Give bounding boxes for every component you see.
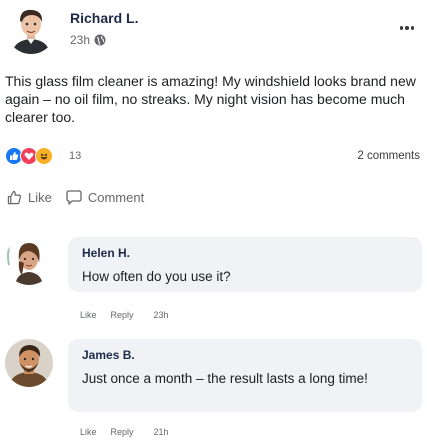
comment-like-button[interactable]: Like [80,427,97,437]
reactions-bar: 13 2 comments [5,147,421,167]
like-label: Like [28,190,52,205]
globe-icon [94,34,106,46]
comment-reply-button[interactable]: Reply [111,310,134,320]
comment-avatar[interactable] [5,339,53,387]
comment-text: Just once a month – the result lasts a l… [82,371,368,386]
comment-actions: Like Reply 23h [80,310,169,320]
reaction-icons[interactable] [5,147,53,165]
comment-avatar[interactable] [5,237,53,285]
comment-time: 23h [153,310,169,320]
comment-icon [66,190,82,205]
post-text: This glass film cleaner is amazing! My w… [5,73,416,125]
comment-like-button[interactable]: Like [80,310,97,320]
author-name[interactable]: Richard L. [70,10,138,26]
comment-time: 21h [153,427,169,437]
comment-author[interactable]: Helen H. [82,246,408,260]
thumbs-up-icon [7,190,22,205]
author-avatar[interactable] [6,4,56,54]
post-actions: Like Comment [7,190,144,205]
comment-author[interactable]: James B. [82,348,408,362]
post-header: Richard L. 23h [6,4,421,56]
comment-bubble: James B. Just once a month – the result … [68,339,422,412]
comment-button[interactable]: Comment [66,190,144,205]
comment-reply-button[interactable]: Reply [111,427,134,437]
comment-actions: Like Reply 21h [80,427,169,437]
comment-label: Comment [87,190,145,205]
comment-item: James B. Just once a month – the result … [5,339,422,439]
comment-item: Helen H. How often do you use it? Like R… [5,237,422,322]
comment-text: How often do you use it? [82,269,231,284]
reaction-count[interactable]: 13 [69,150,81,162]
comments-count[interactable]: 2 comments [357,150,420,162]
like-button[interactable]: Like [7,190,52,205]
post-meta: 23h [70,33,106,47]
more-options-icon[interactable] [395,18,419,38]
comment-bubble: Helen H. How often do you use it? [68,237,422,292]
post-time[interactable]: 23h [70,33,90,47]
haha-reaction-icon [35,147,53,165]
